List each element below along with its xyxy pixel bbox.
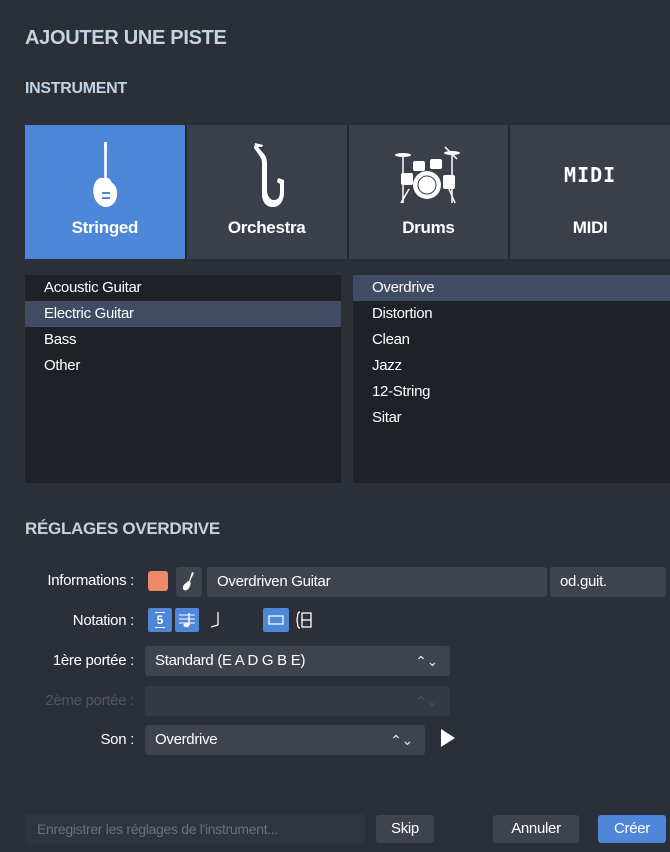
tab-notation-toggle[interactable]: 5 xyxy=(148,608,172,632)
card-stringed[interactable]: Stringed xyxy=(25,125,185,259)
instrument-category-list[interactable]: Acoustic Guitar Electric Guitar Bass Oth… xyxy=(25,275,341,483)
list-item[interactable]: Acoustic Guitar xyxy=(25,275,341,301)
notation-label: Notation : xyxy=(72,612,135,629)
slash-note-icon xyxy=(210,612,219,628)
standard-notation-toggle[interactable] xyxy=(175,608,199,632)
list-item-selected[interactable]: Electric Guitar xyxy=(25,301,341,327)
staff1-label: 1ère portée : xyxy=(52,652,134,669)
slash-notation-toggle[interactable] xyxy=(204,608,228,632)
staff2-select: ⌃⌄ xyxy=(145,686,450,716)
section-title-settings: RÉGLAGES OVERDRIVE xyxy=(25,519,220,538)
list-item-selected[interactable]: Overdrive xyxy=(353,275,670,301)
chevron-updown-icon: ⌃⌄ xyxy=(390,732,413,748)
saxophone-icon xyxy=(187,135,347,215)
chevron-updown-icon: ⌃⌄ xyxy=(415,693,438,709)
list-item[interactable]: 12-String xyxy=(353,379,670,405)
list-item[interactable]: Sitar xyxy=(353,405,670,431)
card-label: MIDI xyxy=(572,218,608,237)
list-item[interactable]: Other xyxy=(25,353,341,379)
card-label: Stringed xyxy=(71,218,139,237)
track-icon-button[interactable] xyxy=(176,567,202,597)
cancel-button[interactable]: Annuler xyxy=(493,815,579,843)
staff1-select[interactable]: Standard (E A D G B E) ⌃⌄ xyxy=(145,646,450,676)
single-staff-icon xyxy=(268,615,284,625)
sound-label: Son : xyxy=(100,731,134,748)
guitar-small-icon xyxy=(183,572,194,591)
create-button[interactable]: Créer xyxy=(598,815,666,843)
card-orchestra[interactable]: Orchestra xyxy=(186,125,347,259)
track-short-name-input[interactable]: od.guit. xyxy=(550,567,666,597)
card-label: Orchestra xyxy=(227,218,306,237)
section-title-instrument: INSTRUMENT xyxy=(25,80,127,97)
card-label: Drums xyxy=(402,218,455,237)
grand-staff-layout-toggle[interactable] xyxy=(292,608,316,632)
single-line-layout-toggle[interactable] xyxy=(263,608,289,632)
midi-icon-text: MIDI xyxy=(564,163,617,187)
staff2-label: 2ème portée : xyxy=(45,692,134,709)
card-drums[interactable]: Drums xyxy=(348,125,509,259)
electric-guitar-icon xyxy=(25,135,185,215)
grand-staff-icon xyxy=(296,611,312,629)
sound-value: Overdrive xyxy=(155,731,218,748)
preset-list[interactable]: Overdrive Distortion Clean Jazz 12-Strin… xyxy=(353,275,670,483)
list-item[interactable]: Distortion xyxy=(353,301,670,327)
music-note-icon xyxy=(179,613,195,628)
list-item[interactable]: Clean xyxy=(353,327,670,353)
instrument-type-cards: Stringed Orchestra Drums MIDI MIDI xyxy=(25,125,670,259)
staff1-value: Standard (E A D G B E) xyxy=(155,652,306,669)
play-preview-icon[interactable] xyxy=(441,729,455,747)
list-item[interactable]: Jazz xyxy=(353,353,670,379)
track-name-input[interactable]: Overdriven Guitar xyxy=(207,567,547,597)
card-midi[interactable]: MIDI MIDI xyxy=(510,125,670,259)
dialog-title: AJOUTER UNE PISTE xyxy=(25,27,227,49)
track-color-swatch[interactable] xyxy=(148,571,168,591)
sound-select[interactable]: Overdrive ⌃⌄ xyxy=(145,725,425,755)
tablature-icon: 5 xyxy=(154,612,166,628)
drum-kit-icon xyxy=(349,135,509,215)
chevron-updown-icon: ⌃⌄ xyxy=(415,653,438,669)
list-item[interactable]: Bass xyxy=(25,327,341,353)
info-label: Informations : xyxy=(47,572,134,589)
skip-button[interactable]: Skip xyxy=(376,815,434,843)
midi-icon: MIDI xyxy=(510,135,670,215)
save-preset-input[interactable]: Enregistrer les réglages de l'instrument… xyxy=(25,814,365,844)
